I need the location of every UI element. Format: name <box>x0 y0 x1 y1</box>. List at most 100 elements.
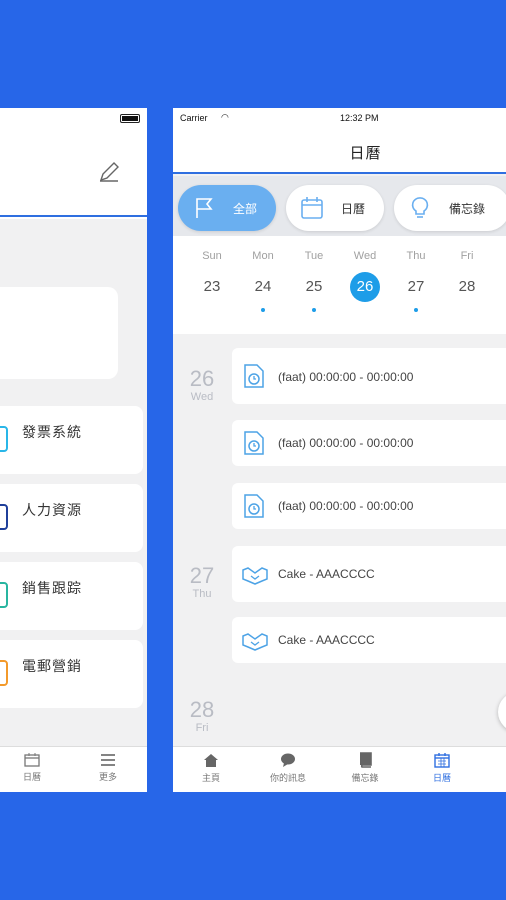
event-card[interactable]: Cake - AAACCCC <box>232 617 506 663</box>
day-date: 27 <box>407 278 425 295</box>
battery-icon <box>120 114 140 123</box>
filter-chip-label: 全部 <box>233 202 258 216</box>
left-tab-bar: 日曆 更多 <box>0 746 147 792</box>
day-date: 25 <box>305 278 323 295</box>
sales-icon <box>0 582 8 608</box>
status-time: 12:32 PM <box>340 113 379 123</box>
menu-row-invoice[interactable]: 發票系統 <box>0 406 143 474</box>
tab-messages[interactable]: 你的訊息 <box>263 752 313 784</box>
status-bar: Carrier ◠ 12:32 PM <box>173 108 506 128</box>
left-content: 發票系統 人力資源 銷售跟踪 電郵營銷 <box>0 219 147 746</box>
tab-label: 日曆 <box>22 772 41 782</box>
event-card[interactable]: (faat) 00:00:00 - 00:00:00 <box>232 348 506 404</box>
agenda-date-number: 26 <box>189 366 215 391</box>
agenda-weekday: Fri <box>195 722 209 734</box>
flag-icon <box>196 198 213 218</box>
day-date: 24 <box>254 278 272 295</box>
right-phone-screen: Carrier ◠ 12:32 PM 日曆 全部 日曆 備忘錄 Sun 23 M… <box>173 108 506 792</box>
calendar-icon <box>24 753 40 767</box>
event-card[interactable]: (faat) 00:00:00 - 00:00:00 <box>232 420 506 466</box>
event-card[interactable]: Cake - AAACCCC <box>232 546 506 602</box>
tab-label: 更多 <box>98 772 117 782</box>
menu-row-sales[interactable]: 銷售跟踪 <box>0 562 143 630</box>
handshake-icon <box>242 633 268 651</box>
hr-icon <box>0 504 8 530</box>
day-date: 26 <box>350 272 380 302</box>
handshake-icon <box>242 567 268 585</box>
task-clock-icon <box>244 494 264 518</box>
day-date: 23 <box>203 278 221 295</box>
event-text: (faat) 00:00:00 - 00:00:00 <box>278 370 414 384</box>
menu-icon <box>101 754 115 766</box>
add-button[interactable] <box>498 692 506 732</box>
filter-chip-label: 備忘錄 <box>449 202 486 216</box>
tab-home[interactable]: 主頁 <box>186 752 236 784</box>
event-dot <box>312 308 316 312</box>
email-icon <box>0 660 8 686</box>
calendar-icon <box>434 753 450 768</box>
event-text: (faat) 00:00:00 - 00:00:00 <box>278 436 414 450</box>
day-name: Tue <box>304 250 324 262</box>
menu-row-label: 銷售跟踪 <box>22 580 82 596</box>
edit-icon[interactable] <box>97 160 121 184</box>
wifi-icon: ◠ <box>221 112 229 122</box>
left-phone-screen: 發票系統 人力資源 銷售跟踪 電郵營銷 日曆 更多 <box>0 108 147 792</box>
lightbulb-icon <box>411 197 429 218</box>
day-tue[interactable]: Tue 25 <box>294 250 334 312</box>
day-mon[interactable]: Mon 24 <box>243 250 283 312</box>
day-name: Sun <box>202 250 222 262</box>
day-wed[interactable]: Wed 26 <box>345 250 385 310</box>
tab-label: 你的訊息 <box>269 773 306 783</box>
task-clock-icon <box>244 431 264 455</box>
menu-row-label: 發票系統 <box>22 424 82 440</box>
agenda-date-number: 27 <box>189 563 215 588</box>
menu-row-email[interactable]: 電郵營銷 <box>0 640 143 708</box>
event-dot <box>363 306 367 310</box>
menu-row-label: 電郵營銷 <box>22 658 82 674</box>
event-dot <box>261 308 265 312</box>
agenda-date-27: 27 Thu <box>181 563 223 600</box>
day-name: Wed <box>353 250 377 262</box>
calendar-icon <box>301 197 323 219</box>
event-dot <box>414 308 418 312</box>
notebook-icon <box>360 752 372 768</box>
chat-icon <box>281 753 295 767</box>
day-name: Fri <box>460 250 474 262</box>
nav-bar: 日曆 <box>173 128 506 174</box>
day-sun[interactable]: Sun 23 <box>192 250 232 302</box>
day-name: Thu <box>406 250 426 262</box>
profile-card[interactable] <box>0 287 118 379</box>
filter-chip-memo[interactable]: 備忘錄 <box>394 185 506 231</box>
week-strip: Sun 23 Mon 24 Tue 25 Wed 26 Thu 27 Fri 2… <box>173 236 506 452</box>
menu-row-label: 人力資源 <box>22 502 82 518</box>
tab-label: 主頁 <box>201 773 220 783</box>
agenda-weekday: Wed <box>190 391 214 403</box>
task-clock-icon <box>244 364 264 388</box>
home-icon <box>204 754 218 767</box>
filter-bar: 全部 日曆 備忘錄 <box>173 176 506 236</box>
filter-chip-label: 日曆 <box>341 202 366 216</box>
invoice-icon <box>0 426 8 452</box>
tab-memo[interactable]: 備忘錄 <box>340 752 390 784</box>
page-title: 日曆 <box>349 145 382 162</box>
event-text: (faat) 00:00:00 - 00:00:00 <box>278 499 414 513</box>
carrier-text: Carrier <box>180 113 208 123</box>
event-text: Cake - AAACCCC <box>278 633 375 647</box>
agenda-date-number: 28 <box>189 697 215 722</box>
agenda-weekday: Thu <box>192 588 212 600</box>
day-fri[interactable]: Fri 28 <box>447 250 487 302</box>
day-thu[interactable]: Thu 27 <box>396 250 436 312</box>
menu-row-hr[interactable]: 人力資源 <box>0 484 143 552</box>
tab-bar: 主頁 你的訊息 備忘錄 日曆 <box>173 746 506 792</box>
filter-chip-all[interactable]: 全部 <box>178 185 276 231</box>
event-text: Cake - AAACCCC <box>278 567 375 581</box>
tab-calendar[interactable]: 日曆 <box>12 753 52 783</box>
event-card[interactable]: (faat) 00:00:00 - 00:00:00 <box>232 483 506 529</box>
tab-calendar[interactable]: 日曆 <box>417 752 467 784</box>
day-date: 28 <box>458 278 476 295</box>
day-name: Mon <box>252 250 274 262</box>
agenda-date-26: 26 Wed <box>181 366 223 403</box>
tab-more[interactable]: 更多 <box>88 753 128 783</box>
left-header <box>0 108 147 217</box>
filter-chip-calendar[interactable]: 日曆 <box>286 185 384 231</box>
